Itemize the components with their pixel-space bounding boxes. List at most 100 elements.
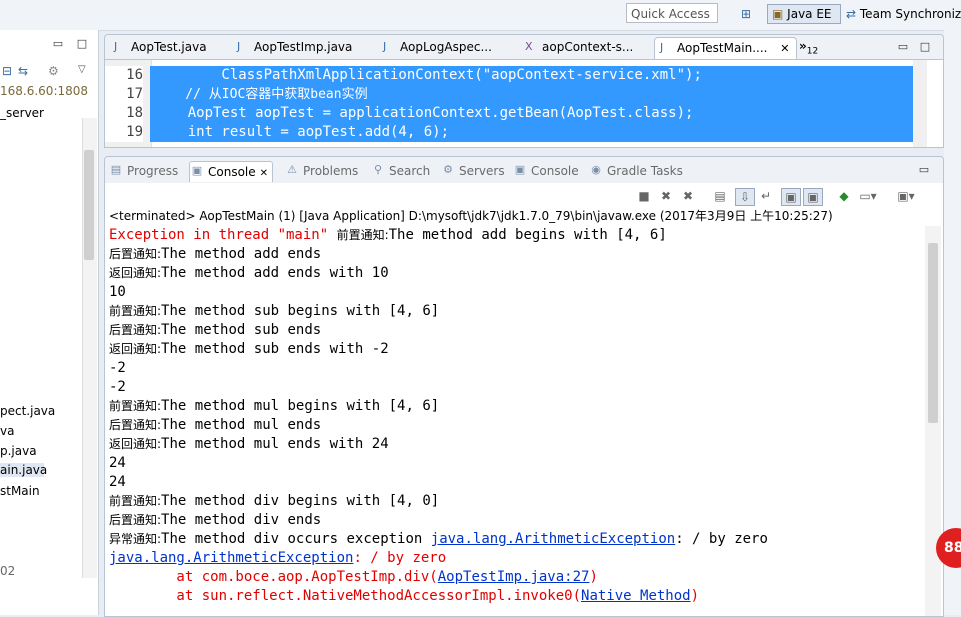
console-link[interactable]: AopTestImp.java:27 (438, 569, 590, 585)
java-class-icon: J (660, 41, 664, 54)
code-line[interactable]: 18 AopTest aopTest = applicationContext.… (105, 104, 915, 123)
console-text: The method div ends (161, 512, 322, 528)
tab-problems[interactable]: ⚠ Problems (285, 161, 358, 181)
tab-label: Console (531, 164, 579, 178)
console-link[interactable]: Native Method (581, 588, 691, 604)
tab-aoptest-java[interactable]: J AopTest.java (109, 37, 207, 58)
tree-item[interactable]: 02 (0, 564, 15, 578)
close-icon[interactable]: ✕ (260, 168, 268, 179)
console-toolbar: ■ ✖ ✖ ▤ ⇩ ↵ ▣ ▣ ◆ ▭▾ ▣▾ (105, 184, 943, 208)
console-scroll-thumb[interactable] (928, 243, 938, 423)
top-toolbar: Quick Access ⊞ ▣ Java EE ⇄ Team Synchron… (0, 0, 961, 31)
tree-item-selected[interactable]: ain.java (0, 463, 47, 477)
tree-item[interactable]: _server (0, 106, 44, 120)
code-line[interactable]: 19 int result = aopTest.add(4, 6); (105, 123, 915, 142)
perspective-team-button[interactable]: ⇄ Team Synchroniz (846, 4, 961, 24)
console-line: 后置通知:The method add ends (109, 245, 321, 264)
tab-console[interactable]: ▣ Console ✕ (189, 161, 274, 182)
console-line: 后置通知:The method mul ends (109, 416, 321, 435)
console-text: 前置通知: (109, 494, 162, 508)
pin-console-icon[interactable]: ◆ (835, 188, 853, 204)
java-interface-icon: J (114, 40, 118, 53)
code-line[interactable]: 17 // 从IOC容器中获取bean实例 (105, 85, 915, 104)
perspective-javaee-button[interactable]: ▣ Java EE (767, 4, 841, 24)
view-menu-icon[interactable]: ▽ (78, 64, 86, 75)
display-console-icon[interactable]: ▭▾ (859, 188, 877, 204)
console-text: The method mul ends with 24 (161, 436, 389, 452)
tab-label: aopContext-s... (542, 40, 634, 54)
tab-servers[interactable]: ⚙ Servers (441, 161, 505, 181)
maximize-icon[interactable]: □ (919, 41, 931, 53)
console-link[interactable]: java.lang.ArithmeticException (431, 531, 675, 547)
remove-all-icon[interactable]: ✖ (679, 188, 697, 204)
show-on-output-icon[interactable]: ▣ (781, 188, 801, 206)
console-text: 前置通知: (109, 399, 162, 413)
tab-aoplogaspect-java[interactable]: J AopLogAspec... (378, 37, 492, 58)
tab-search[interactable]: ⚲ Search (371, 161, 430, 181)
console-text: 24 (109, 455, 126, 471)
code-editor: J AopTest.java J AopTestImp.java J AopLo… (104, 34, 944, 148)
console-text: at sun.reflect.NativeMethodAccessorImpl.… (109, 588, 582, 604)
java-class-icon: J (383, 40, 387, 53)
console-icon: ▣ (514, 163, 526, 176)
remove-launch-icon[interactable]: ✖ (657, 188, 675, 204)
console-view: ▤ Progress ▣ Console ✕ ⚠ Problems ⚲ Search ⚙ Serve… (104, 156, 944, 617)
console-text: 10 (109, 284, 126, 300)
console-line: -2 (109, 378, 126, 397)
open-console-icon[interactable]: ▣▾ (897, 188, 915, 204)
quick-access-input[interactable]: Quick Access (626, 3, 718, 23)
console-output[interactable]: Exception in thread "main" 前置通知:The meth… (105, 226, 925, 616)
open-perspective-icon[interactable]: ⊞ (738, 6, 754, 22)
tree-item[interactable]: pect.java (0, 404, 55, 418)
word-wrap-icon[interactable]: ↵ (757, 188, 775, 204)
console-text: 后置通知: (109, 418, 162, 432)
filter-icon[interactable]: ⚙ (48, 64, 59, 78)
code-line[interactable]: 16 ClassPathXmlApplicationContext("aopCo… (105, 66, 915, 85)
console-line: 异常通知:The method div occurs exception jav… (109, 530, 768, 549)
minimize-icon[interactable]: ▭ (897, 41, 909, 53)
minimize-icon[interactable]: ▭ (52, 38, 64, 50)
tab-console[interactable]: ▣ Console (513, 161, 579, 181)
minimize-icon[interactable]: ▭ (918, 164, 930, 176)
console-text: 前置通知: (336, 228, 389, 242)
console-text: Exception in thread "main" (109, 227, 337, 243)
team-sync-icon: ⇄ (846, 7, 857, 21)
console-text: at com.boce.aop.AopTestImp.div( (109, 569, 438, 585)
tree-item[interactable]: stMain (0, 484, 40, 498)
maximize-icon[interactable]: □ (76, 38, 88, 50)
console-text: The method add begins with [4, 6] (388, 227, 667, 243)
console-line: 10 (109, 283, 126, 302)
collapse-all-icon[interactable]: ⊟ (2, 64, 12, 78)
javaee-icon: ▣ (772, 7, 784, 21)
more-tabs-button[interactable]: »12 (799, 39, 818, 56)
explorer-scroll-thumb[interactable] (84, 150, 94, 260)
close-icon[interactable]: ✕ (780, 38, 789, 59)
code-text: // 从IOC容器中获取bean实例 (150, 85, 914, 104)
console-text: -2 (109, 360, 126, 376)
terminate-icon[interactable]: ■ (635, 188, 653, 204)
console-line: 后置通知:The method div ends (109, 511, 321, 530)
show-on-error-icon[interactable]: ▣ (803, 188, 823, 206)
line-number: 19 (105, 123, 143, 142)
editor-scrollbar[interactable] (913, 60, 927, 147)
more-tabs-count: 12 (806, 46, 819, 57)
tab-aoptestmain-java[interactable]: J AopTestMain.... ✕ (654, 37, 797, 59)
code-text: AopTest aopTest = applicationContext.get… (150, 104, 914, 123)
tab-gradle-tasks[interactable]: ◉ Gradle Tasks (589, 161, 683, 181)
tab-progress[interactable]: ▤ Progress (109, 161, 178, 181)
console-tab-bar: ▤ Progress ▣ Console ✕ ⚠ Problems ⚲ Search ⚙ Serve… (105, 157, 943, 183)
tab-aoptestimp-java[interactable]: J AopTestImp.java (232, 37, 352, 58)
console-line: 返回通知:The method sub ends with -2 (109, 340, 389, 359)
link-editor-icon[interactable]: ⇆ (18, 64, 28, 78)
tree-item[interactable]: va (0, 424, 14, 438)
tree-item[interactable]: p.java (0, 444, 37, 458)
tree-item[interactable]: 168.6.60:1808 (0, 84, 88, 98)
console-line: 返回通知:The method add ends with 10 (109, 264, 389, 283)
tab-label: Console (208, 165, 256, 179)
tab-aopcontext-xml[interactable]: X aopContext-s... (520, 37, 633, 58)
console-link[interactable]: java.lang.ArithmeticException (109, 550, 353, 566)
clear-console-icon[interactable]: ▤ (711, 188, 729, 204)
scroll-lock-icon[interactable]: ⇩ (735, 188, 755, 206)
code-area[interactable]: 16 ClassPathXmlApplicationContext("aopCo… (105, 60, 915, 147)
line-number: 17 (105, 85, 143, 104)
